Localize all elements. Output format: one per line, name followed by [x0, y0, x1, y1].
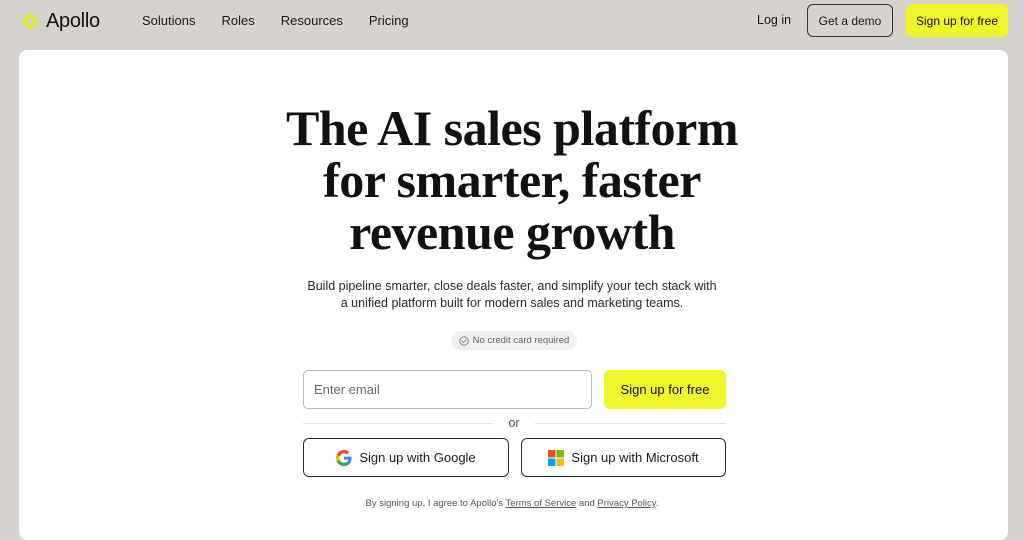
top-nav: Apollo Solutions Roles Resources Pricing… — [0, 0, 1024, 42]
apollo-burst-icon — [20, 11, 40, 31]
no-credit-card-badge: No credit card required — [451, 331, 577, 350]
legal-prefix: By signing up, I agree to Apollo's — [365, 498, 504, 509]
headline-line: for smarter, faster — [323, 152, 701, 208]
hero-signup-button[interactable]: Sign up for free — [604, 370, 726, 409]
check-circle-icon — [459, 335, 469, 346]
nav-link-resources[interactable]: Resources — [281, 12, 343, 29]
google-icon — [336, 449, 352, 466]
microsoft-signup-label: Sign up with Microsoft — [571, 450, 699, 465]
hero-subtext: Build pipeline smarter, close deals fast… — [262, 278, 762, 312]
nav-links: Solutions Roles Resources Pricing — [142, 12, 409, 29]
subtext-line: Build pipeline smarter, close deals fast… — [307, 279, 717, 293]
terms-of-service-link[interactable]: Terms of Service — [506, 498, 577, 509]
get-demo-button[interactable]: Get a demo — [807, 4, 893, 37]
divider-line-right — [535, 423, 726, 424]
nav-link-pricing[interactable]: Pricing — [369, 12, 409, 29]
headline-line: The AI sales platform — [286, 100, 739, 156]
legal-and: and — [578, 498, 595, 509]
email-input[interactable] — [303, 370, 592, 409]
nav-link-roles[interactable]: Roles — [221, 12, 254, 29]
legal-notice: By signing up, I agree to Apollo's Terms… — [262, 497, 762, 510]
divider-or: or — [508, 416, 520, 430]
headline-line: revenue growth — [349, 204, 675, 260]
nav-signup-button[interactable]: Sign up for free — [906, 4, 1008, 37]
microsoft-icon — [548, 449, 565, 466]
nav-link-solutions[interactable]: Solutions — [142, 12, 195, 29]
login-link[interactable]: Log in — [757, 12, 791, 29]
google-signup-button[interactable]: Sign up with Google — [303, 438, 509, 477]
legal-suffix: . — [655, 498, 659, 509]
privacy-policy-link[interactable]: Privacy Policy — [597, 498, 655, 509]
badge-text: No credit card required — [472, 335, 570, 346]
brand-name: Apollo — [46, 9, 100, 32]
hero-headline: The AI sales platform for smarter, faste… — [0, 102, 1024, 258]
divider-line-left — [303, 423, 493, 424]
subtext-line: a unified platform built for modern sale… — [340, 296, 684, 310]
google-signup-label: Sign up with Google — [359, 450, 476, 465]
microsoft-signup-button[interactable]: Sign up with Microsoft — [521, 438, 726, 477]
brand-logo[interactable]: Apollo — [20, 8, 100, 34]
